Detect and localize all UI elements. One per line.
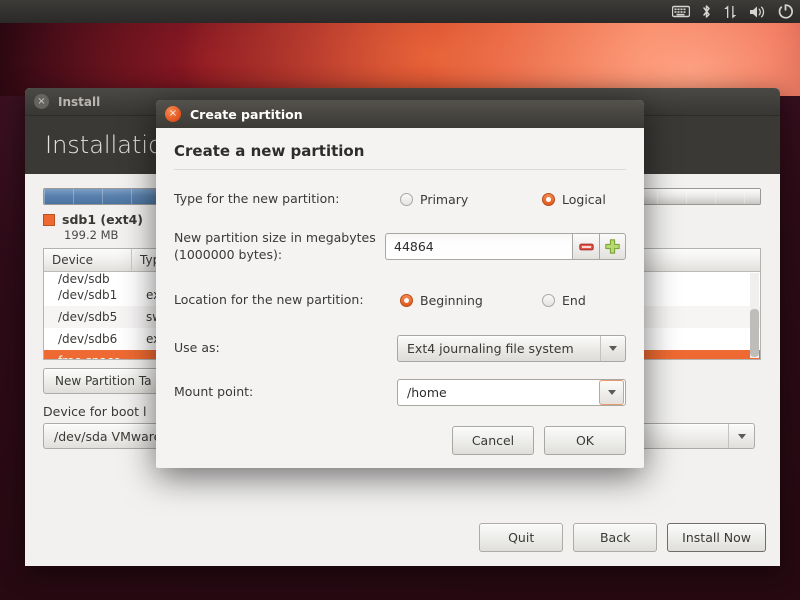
chevron-down-icon[interactable] xyxy=(599,380,624,406)
plus-icon[interactable] xyxy=(599,233,626,261)
dialog-heading: Create a new partition xyxy=(174,142,365,160)
partition-type-row: Type for the new partition: Primary Logi… xyxy=(174,184,626,214)
partition-size-label: New partition size in megabytes (1000000… xyxy=(174,230,376,262)
use-as-value: Ext4 journaling file system xyxy=(407,341,574,357)
radio-logical[interactable]: Logical xyxy=(542,192,606,207)
installer-footer: Quit Back Install Now xyxy=(479,523,766,552)
install-now-button[interactable]: Install Now xyxy=(667,523,766,552)
top-panel xyxy=(0,0,800,23)
legend-swatch xyxy=(43,213,55,226)
partition-type-label: Type for the new partition: xyxy=(174,190,340,206)
radio-logical-label: Logical xyxy=(562,191,606,207)
partition-size-input[interactable]: 44864 xyxy=(385,233,572,261)
radio-end[interactable]: End xyxy=(542,293,586,308)
volume-icon[interactable] xyxy=(749,0,767,23)
cell-device: /dev/sdb1 xyxy=(58,288,118,302)
cancel-button[interactable]: Cancel xyxy=(452,425,534,455)
radio-beginning[interactable]: Beginning xyxy=(400,293,483,308)
partition-size-spinner: 44864 xyxy=(385,233,626,261)
mount-point-combobox[interactable]: /home xyxy=(397,379,626,407)
new-partition-table-button[interactable]: New Partition Ta xyxy=(43,368,164,394)
use-as-label: Use as: xyxy=(174,340,220,356)
radio-beginning-label: Beginning xyxy=(420,293,483,309)
mount-point-label: Mount point: xyxy=(174,384,254,400)
dialog-body: Create a new partition Type for the new … xyxy=(156,128,644,455)
back-button[interactable]: Back xyxy=(573,523,658,552)
cell-device: /dev/sdb5 xyxy=(58,310,118,324)
dialog-buttons: Cancel OK xyxy=(174,425,626,455)
install-window-title: Install xyxy=(58,94,101,109)
system-menu-icon[interactable] xyxy=(778,0,793,23)
cell-device: free space xyxy=(44,354,138,359)
radio-primary-label: Primary xyxy=(420,191,469,207)
mount-point-row: Mount point: /home xyxy=(174,378,626,408)
cell-device: /dev/sdb6 xyxy=(58,332,118,346)
dialog-title: Create partition xyxy=(190,106,303,122)
cell-device: /dev/sdb xyxy=(58,272,110,284)
partition-segment-sdb1 xyxy=(44,189,173,204)
dialog-divider xyxy=(174,169,626,170)
ok-button[interactable]: OK xyxy=(544,425,626,455)
dialog-close-icon[interactable]: × xyxy=(165,106,181,122)
mount-point-value[interactable]: /home xyxy=(398,385,599,400)
quit-button[interactable]: Quit xyxy=(479,523,564,552)
minus-icon[interactable] xyxy=(572,233,599,261)
table-scrollbar-thumb[interactable] xyxy=(750,309,759,357)
partition-location-label: Location for the new partition: xyxy=(174,292,364,308)
use-as-row: Use as: Ext4 journaling file system xyxy=(174,334,626,364)
dialog-titlebar: × Create partition xyxy=(156,100,644,128)
network-icon[interactable] xyxy=(723,0,738,23)
partition-location-row: Location for the new partition: Beginnin… xyxy=(174,286,626,316)
radio-primary[interactable]: Primary xyxy=(400,192,468,207)
partition-size-row: New partition size in megabytes (1000000… xyxy=(174,230,626,264)
use-as-select[interactable]: Ext4 journaling file system xyxy=(397,335,626,363)
bluetooth-icon[interactable] xyxy=(701,0,712,23)
keyboard-icon[interactable] xyxy=(672,0,690,23)
radio-primary-indicator xyxy=(400,192,413,206)
create-partition-dialog: × Create partition Create a new partitio… xyxy=(156,100,644,468)
radio-end-indicator xyxy=(542,294,555,308)
radio-beginning-indicator xyxy=(400,294,413,308)
chevron-down-icon xyxy=(600,336,625,362)
legend-partition-name: sdb1 (ext4) xyxy=(62,212,144,227)
column-header-device[interactable]: Device xyxy=(44,249,132,271)
radio-logical-indicator xyxy=(542,192,555,206)
radio-end-label: End xyxy=(562,293,586,309)
chevron-down-icon xyxy=(728,424,754,448)
install-close-icon[interactable]: × xyxy=(34,94,49,109)
